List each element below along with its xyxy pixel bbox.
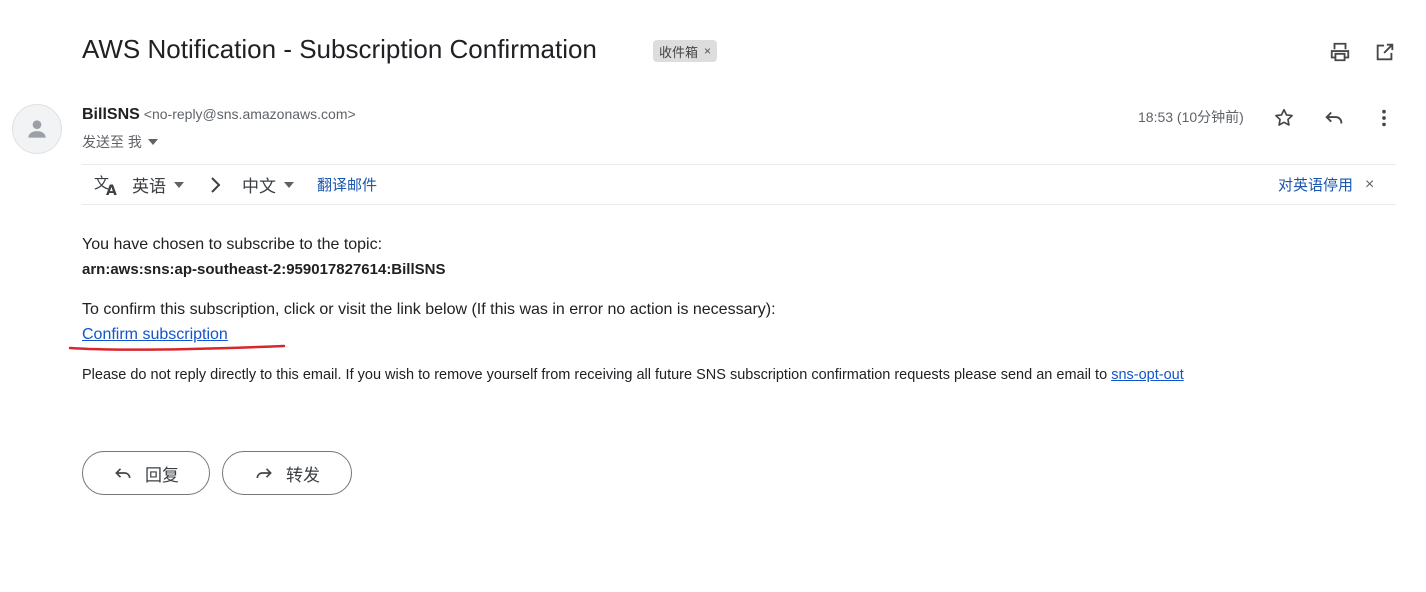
dropdown-icon <box>147 139 158 145</box>
translate-message-link[interactable]: 翻译邮件 <box>317 165 377 204</box>
sender-avatar[interactable] <box>12 104 62 154</box>
open-in-new-window-button[interactable] <box>1373 40 1397 64</box>
reply-icon <box>115 468 131 479</box>
star-icon <box>1275 108 1293 126</box>
topic-arn: arn:aws:sns:ap-southeast-2:959017827614:… <box>82 261 446 278</box>
forward-icon <box>256 468 272 479</box>
translate-icon: 文 A <box>94 174 117 197</box>
opt-out-link[interactable]: sns-opt-out <box>1111 367 1184 383</box>
reply-button[interactable]: 回复 <box>82 451 210 495</box>
red-annotation-underline <box>68 344 286 351</box>
svg-text:A: A <box>106 183 117 197</box>
email-subject: AWS Notification - Subscription Confirma… <box>82 34 597 64</box>
source-language-select[interactable]: 英语 <box>132 165 184 204</box>
reply-icon <box>1325 111 1343 124</box>
print-all-button[interactable] <box>1328 40 1352 64</box>
reply-header-button[interactable] <box>1322 106 1346 130</box>
dropdown-icon <box>174 181 184 188</box>
body-line-2: To confirm this subscription, click or v… <box>82 301 776 318</box>
more-vert-icon <box>1382 109 1386 127</box>
print-icon <box>1330 42 1350 62</box>
close-translate-bar-button[interactable]: × <box>1365 165 1374 204</box>
remove-label-button[interactable]: × <box>704 44 711 58</box>
footer-text: Please do not reply directly to this ema… <box>82 367 1112 383</box>
body-footer: Please do not reply directly to this ema… <box>82 367 1184 383</box>
email-timestamp: 18:53 (10分钟前) <box>1138 109 1244 125</box>
disable-translation-link[interactable]: 对英语停用 <box>1278 165 1353 204</box>
body-line-1: You have chosen to subscribe to the topi… <box>82 236 383 253</box>
source-language-label: 英语 <box>132 177 166 196</box>
sender-line: BillSNS <no-reply@sns.amazonaws.com> <box>82 106 356 124</box>
avatar-person-icon <box>28 120 46 138</box>
sender-email: <no-reply@sns.amazonaws.com> <box>143 106 356 122</box>
reply-button-label: 回复 <box>145 465 179 485</box>
star-button[interactable] <box>1272 106 1296 130</box>
open-new-window-icon <box>1376 43 1394 61</box>
inbox-label-text: 收件箱 <box>659 44 699 60</box>
translate-bar: 文 A 英语 中文 翻译邮件 对英语停用 × <box>82 164 1396 205</box>
sender-name[interactable]: BillSNS <box>82 106 140 123</box>
forward-button-label: 转发 <box>286 465 320 485</box>
target-language-label: 中文 <box>242 177 276 196</box>
translate-icon-wrap: 文 A <box>94 165 120 204</box>
recipient-text: 发送至 我 <box>82 134 142 150</box>
more-options-button[interactable] <box>1372 106 1396 130</box>
recipient-details-toggle[interactable]: 发送至 我 <box>82 132 158 152</box>
inbox-label-chip[interactable]: 收件箱 × <box>653 40 718 62</box>
target-language-select[interactable]: 中文 <box>242 165 294 204</box>
chevron-right-wrap <box>210 165 222 204</box>
forward-button[interactable]: 转发 <box>222 451 352 495</box>
chevron-right-icon <box>211 176 221 193</box>
dropdown-icon <box>284 181 294 188</box>
